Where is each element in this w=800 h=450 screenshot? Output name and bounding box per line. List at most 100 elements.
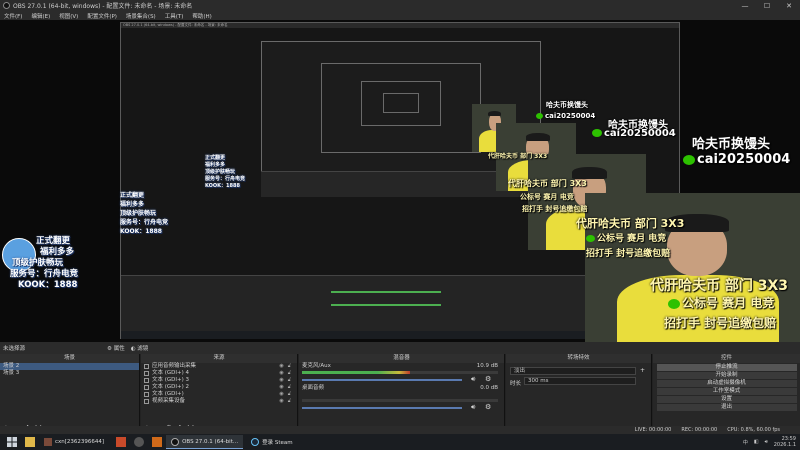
title-bar: OBS 27.0.1 (64-bit, windows) - 配置文件: 未命名… [0,0,800,11]
mixer-meter-track [302,399,498,402]
windows-start-icon[interactable] [7,437,17,447]
visibility-eye-icon[interactable]: ◉ [279,370,283,377]
taskbar-task-steam[interactable]: 登录 Steam [246,435,298,449]
scene-item[interactable]: 场景 2 [0,363,139,370]
menu-bar: 文件(F) 编辑(E) 视图(V) 配置文件(P) 场景集合(S) 工具(T) … [0,11,800,20]
start-virtual-camera-button[interactable]: 启动虚拟摄像机 [656,380,797,387]
lock-icon[interactable]: 🔓︎ [288,384,291,391]
app-icon-steam[interactable] [134,437,145,447]
promo-line2-mid: 公标号 赛月 电竞 [586,231,666,244]
menu-view[interactable]: 视图(V) [59,12,78,20]
menu-profile[interactable]: 配置文件(P) [87,12,117,20]
visibility-eye-icon[interactable]: ◉ [279,363,283,370]
lock-icon[interactable]: 🔓︎ [288,363,291,370]
sources-header: 来源 [141,354,297,363]
app-icon-red[interactable] [116,437,127,447]
windows-taskbar: cxn[2362396644] OBS 27.0.1 (64-bit... 登录… [0,434,800,450]
taskbar-task-obs[interactable]: OBS 27.0.1 (64-bit... [166,435,244,449]
mixer-settings-gear-icon[interactable]: ⚙ [485,403,491,411]
lock-icon[interactable]: 🔓︎ [288,370,291,377]
lock-icon[interactable]: 🔓︎ [288,391,291,398]
volume-speaker-icon[interactable]: 🔊︎ [471,403,475,412]
menu-scene-collection[interactable]: 场景集合(S) [126,12,156,20]
visibility-eye-icon[interactable]: ◉ [279,377,283,384]
window-title: OBS 27.0.1 (64-bit, windows) - 配置文件: 未命名… [13,3,193,10]
visibility-eye-icon[interactable]: ◉ [279,391,283,398]
duration-input[interactable]: 300 ms [524,377,636,385]
controls-header: 控件 [653,354,800,363]
filters-button[interactable]: ◐ 滤镜 [131,344,149,352]
properties-button[interactable]: ⚙ 属性 [107,344,125,352]
menu-help[interactable]: 帮助(H) [192,12,211,20]
transition-type-select[interactable]: 淡出 [510,367,636,375]
controls-dock: 控件 停止推流 开始录制 启动虚拟摄像机 工作室模式 设置 退出 [653,354,800,434]
streamer-badge-small: 正式翻更 福利多多 顶级护肤畅玩 服务号：行舟电竞 KOOK：1888 [205,155,246,189]
scenes-dock: 场景 场景 2 场景 3 + − ⋀ ⋁ [0,354,140,434]
studio-mode-button[interactable]: 工作室模式 [656,388,797,395]
no-source-selected-label: 未选择源 [3,346,26,352]
start-recording-button[interactable]: 开始录制 [656,372,797,379]
visibility-eye-icon[interactable]: ◉ [279,398,283,405]
volume-speaker-icon[interactable]: 🔊︎ [471,375,475,384]
menu-edit[interactable]: 编辑(E) [31,12,50,20]
preview-canvas[interactable]: OBS 27.0.1 (64-bit, windows) - 配置文件: 未命名… [0,20,800,342]
text-icon [144,378,149,383]
live-status: LIVE: 00:00:00 [634,427,672,433]
promo-wechat-large: cai20250004 [683,152,790,167]
streamer-badge-large: 正式翻更 福利多多 顶级护肤畅玩 服务号：行舟电竞 KOOK：1888 [10,236,79,290]
settings-button[interactable]: 设置 [656,396,797,403]
menu-tools[interactable]: 工具(T) [165,12,184,20]
volume-slider[interactable] [302,407,462,409]
promo-line3-medium: 招打手 封号追缴包赔 [522,205,588,213]
input-language[interactable]: 中 [743,439,748,446]
scene-item[interactable]: 场景 3 [0,370,139,377]
app-icon-orange[interactable] [152,437,163,447]
menu-file[interactable]: 文件(F) [4,12,22,20]
obs-logo-icon [3,2,10,9]
source-item[interactable]: 文本 (GDI+) 4 ◉ 🔓︎ [141,370,297,377]
promo-line1-large: 代肝哈夫币 部门 3X3 [650,278,789,294]
text-icon [144,385,149,390]
maximize-button[interactable]: ☐ [756,0,778,11]
camera-icon [144,399,149,404]
promo-wechat-small: cai20250004 [536,112,595,120]
source-toolbar: 未选择源 ⚙ 属性 ◐ 滤镜 [0,342,800,354]
promo-line1-mid: 代肝哈夫币 部门 3X3 [576,217,685,230]
scenes-header: 场景 [0,354,139,363]
cpu-status: CPU: 0.8%, 60.00 fps [727,427,780,433]
mixer-meter-level [302,371,410,374]
docks-area: 场景 场景 2 场景 3 + − ⋀ ⋁ 来源 应用音频输出采集◉🔓︎ 文本 (… [0,354,800,434]
volume-slider[interactable] [302,379,462,381]
minimize-button[interactable]: — [734,0,756,11]
source-item[interactable]: 应用音频输出采集 ◉ 🔓︎ [141,363,297,370]
volume-icon[interactable]: 🔊︎ [765,439,768,445]
audio-mixer-dock: 混音器 麦克风/Aux 10.9 dB 🔊︎ ⚙ 桌面音频 0.0 dB 🔊︎ ⚙ [299,354,505,434]
clock[interactable]: 23:59 2026.1.1 [774,436,796,448]
streamer-badge-medium: 正式翻更 福利多多 顶级护肤畅玩 服务号：行舟电竞 KOOK：1888 [120,192,169,235]
visibility-eye-icon[interactable]: ◉ [279,384,283,391]
promo-line1-small: 代肝哈夫币 部门 3X3 [488,153,548,160]
nested-meter [331,291,441,293]
mixer-settings-gear-icon[interactable]: ⚙ [485,375,491,383]
lock-icon[interactable]: 🔓︎ [288,398,291,405]
status-bar: LIVE: 00:00:00 REC: 00:00:00 CPU: 0.8%, … [0,426,800,434]
transition-add-icon[interactable]: + [640,367,645,374]
network-icon[interactable]: ◧ [754,439,759,445]
source-item[interactable]: 文本 (GDI+) 2 ◉ 🔓︎ [141,384,297,391]
source-item[interactable]: 文本 (GDI+) 3 ◉ 🔓︎ [141,377,297,384]
promo-line2-medium: 公标号 赛月 电竞 [520,193,574,201]
promo-line3-mid: 招打手 封号追缴包赔 [586,249,671,259]
audio-output-icon [144,364,149,369]
exit-button[interactable]: 退出 [656,404,797,411]
text-icon [144,392,149,397]
lock-icon[interactable]: 🔓︎ [288,377,291,384]
stop-streaming-button[interactable]: 停止推流 [656,364,797,371]
taskbar-task-chat[interactable]: cxn[2362396644] [39,435,109,449]
nested-window-title: OBS 27.0.1 (64-bit, windows) - 配置文件: 未命名… [121,23,679,28]
file-explorer-icon[interactable] [25,437,35,447]
promo-line2-large: 公标号 赛月 电竞 [668,294,774,311]
close-button[interactable]: ✕ [778,0,800,11]
source-item[interactable]: 视频采集设备 ◉ 🔓︎ [141,398,297,405]
source-item[interactable]: 文本 (GDI+) ◉ 🔓︎ [141,391,297,398]
promo-line3-large: 招打手 封号追缴包赔 [664,316,777,330]
